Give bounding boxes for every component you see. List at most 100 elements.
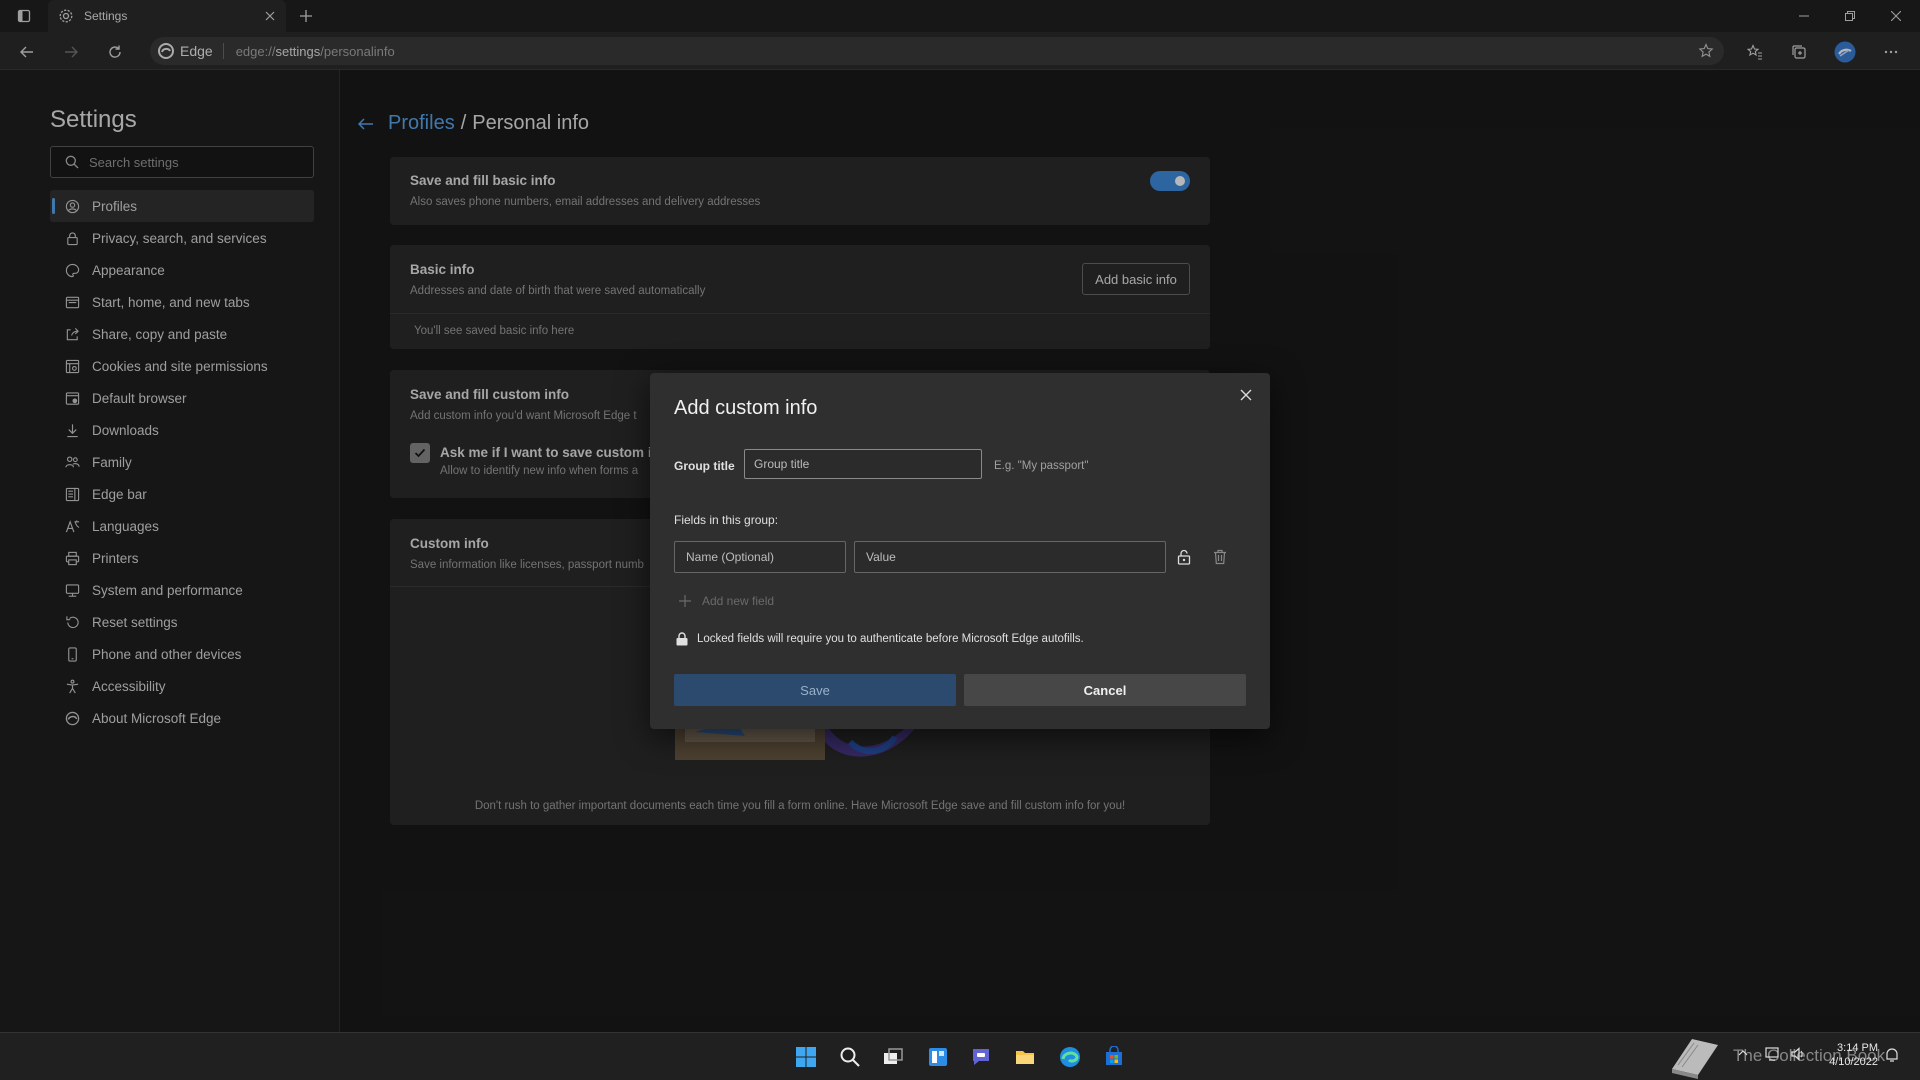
back-arrow-icon[interactable] [356,114,376,134]
clock[interactable]: 3:14 PM 4/10/2022 [1829,1041,1878,1069]
basic-info-card: Basic info Addresses and date of birth t… [390,245,1210,349]
lock-field-button[interactable] [1174,547,1194,567]
lock-note: Locked fields will require you to authen… [676,632,1084,646]
close-tab-icon[interactable] [262,8,278,24]
field-name-input[interactable] [674,541,846,573]
browser-icon [64,390,80,406]
sidebar-item-languages[interactable]: Languages [50,510,314,542]
cancel-button[interactable]: Cancel [964,674,1246,706]
sidebar-item-reset[interactable]: Reset settings [50,606,314,638]
tab-settings[interactable]: Settings [48,0,286,32]
chevron-up-icon[interactable] [1737,1047,1749,1059]
add-custom-info-dialog: Add custom info Group title E.g. "My pas… [650,373,1270,729]
new-tab-button[interactable] [296,6,316,26]
restore-icon [1845,11,1855,21]
save-basic-info-toggle[interactable] [1150,171,1190,191]
sidebar-item-accessibility[interactable]: Accessibility [50,670,314,702]
favorites-star-icon [1747,44,1762,60]
sidebar-item-printers[interactable]: Printers [50,542,314,574]
card-title: Basic info [410,262,475,277]
sidebar-item-label: Appearance [92,262,165,278]
more-dots-icon [1884,50,1898,54]
profile-button[interactable] [1832,39,1858,65]
search-input[interactable] [89,154,289,170]
printer-icon [64,550,80,566]
breadcrumb-profiles-link[interactable]: Profiles [388,112,455,135]
edge-taskbar-button[interactable] [1056,1043,1084,1071]
notification-icon[interactable] [1884,1047,1900,1063]
sidebar-item-start-home[interactable]: Start, home, and new tabs [50,286,314,318]
trash-icon [1214,549,1226,565]
forward-button[interactable] [58,39,84,65]
chat-button[interactable] [967,1043,995,1071]
back-button[interactable] [14,39,40,65]
collections-button[interactable] [1786,39,1812,65]
sidebar-item-label: Family [92,454,132,470]
sidebar-item-profiles[interactable]: Profiles [50,190,314,222]
system-icon [64,582,80,598]
appearance-icon [64,262,80,278]
refresh-button[interactable] [102,39,128,65]
phone-icon [64,646,80,662]
add-new-field-button[interactable]: Add new field [678,594,774,608]
title-bar: Settings [0,0,1920,32]
sidebar-item-downloads[interactable]: Downloads [50,414,314,446]
edge-logo-icon [1060,1047,1080,1067]
sidebar-item-cookies[interactable]: Cookies and site permissions [50,350,314,382]
start-button[interactable] [792,1043,820,1071]
sidebar-item-label: Printers [92,550,139,566]
sidebar-item-default-browser[interactable]: Default browser [50,382,314,414]
file-explorer-button[interactable] [1011,1043,1039,1071]
url-text[interactable]: edge://settings/personalinfo [236,44,395,59]
close-icon [1891,11,1901,21]
sidebar-item-edge-bar[interactable]: Edge bar [50,478,314,510]
store-button[interactable] [1100,1043,1128,1071]
plus-icon [679,595,691,607]
breadcrumb: Profiles / Personal info [356,112,589,135]
sidebar-item-share[interactable]: Share, copy and paste [50,318,314,350]
tab-actions-button[interactable] [8,4,40,28]
minimize-button[interactable] [1781,0,1827,32]
lock-icon [64,230,80,246]
field-value-input[interactable] [854,541,1166,573]
reset-icon [64,614,80,630]
taskbar-search-button[interactable] [836,1043,864,1071]
checkbox-label: Ask me if I want to save custom i [440,445,652,460]
card-title: Save and fill basic info [410,173,556,188]
favorites-button[interactable] [1742,39,1768,65]
network-icon[interactable] [1765,1046,1781,1062]
family-icon [64,454,80,470]
restore-button[interactable] [1827,0,1873,32]
edge-icon [64,710,80,726]
volume-icon[interactable] [1790,1046,1806,1062]
search-icon [65,155,79,169]
save-button[interactable]: Save [674,674,956,706]
edge-bar-icon [64,486,80,502]
dialog-close-button[interactable] [1234,383,1258,407]
card-divider [390,313,1210,314]
refresh-icon [109,45,121,58]
sidebar-item-privacy[interactable]: Privacy, search, and services [50,222,314,254]
sidebar-item-appearance[interactable]: Appearance [50,254,314,286]
task-view-button[interactable] [879,1043,907,1071]
delete-field-button[interactable] [1210,547,1230,567]
accessibility-icon [64,678,80,694]
add-favorite-icon[interactable] [1698,43,1714,59]
download-icon [64,422,80,438]
more-menu-button[interactable] [1878,39,1904,65]
widgets-button[interactable] [924,1043,952,1071]
sidebar-item-family[interactable]: Family [50,446,314,478]
sidebar-item-phone[interactable]: Phone and other devices [50,638,314,670]
card-subtitle: Add custom info you'd want Microsoft Edg… [410,410,637,422]
sidebar-item-system[interactable]: System and performance [50,574,314,606]
add-basic-info-button[interactable]: Add basic info [1082,263,1190,295]
search-box[interactable] [50,146,314,178]
save-custom-checkbox[interactable] [410,443,430,463]
sidebar-item-label: Downloads [92,422,159,438]
sidebar-item-about[interactable]: About Microsoft Edge [50,702,314,734]
address-bar[interactable]: Edge edge://settings/personalinfo [150,37,1724,65]
book-logo-icon [1666,1035,1722,1079]
group-title-input[interactable] [744,449,982,479]
sidebar-item-label: Accessibility [92,678,166,694]
close-window-button[interactable] [1873,0,1919,32]
